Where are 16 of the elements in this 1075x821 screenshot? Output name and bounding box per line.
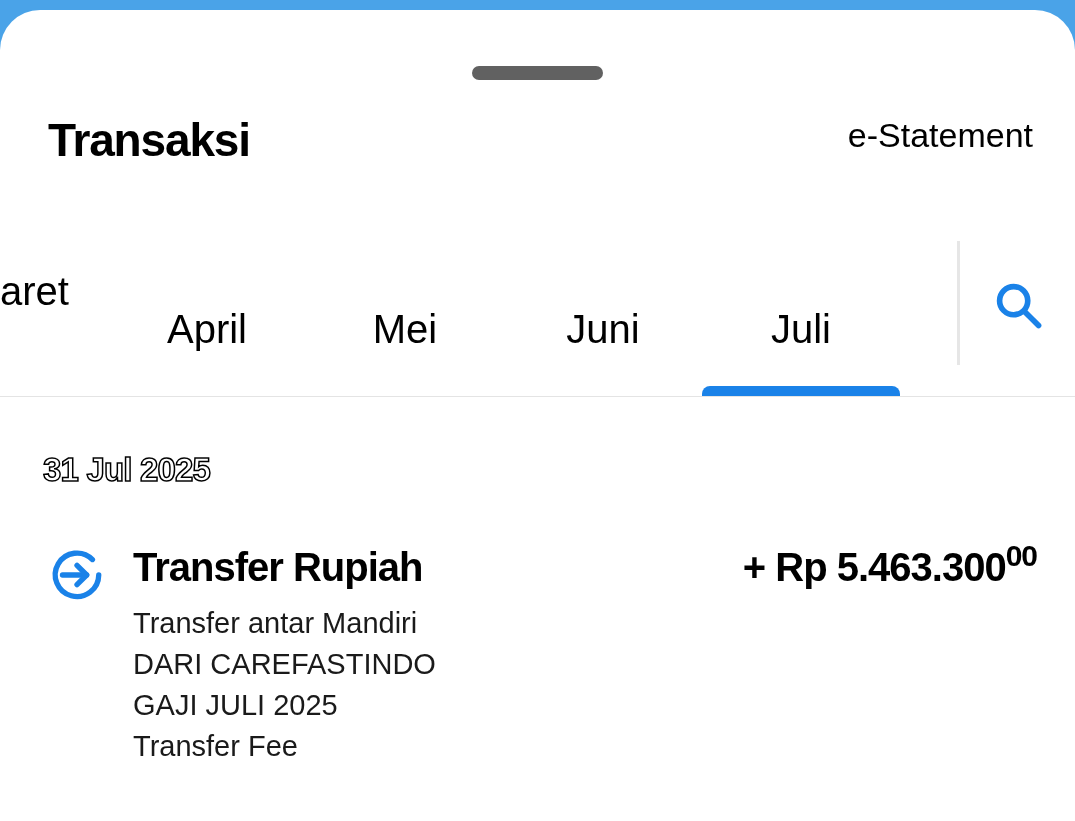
e-statement-link[interactable]: e-Statement [847, 110, 1033, 161]
month-tab[interactable]: Mei [306, 243, 504, 396]
transaction-title: Transfer Rupiah [133, 543, 423, 591]
transaction-detail: GAJI JULI 2025 [133, 687, 339, 723]
drag-handle[interactable] [472, 66, 603, 80]
month-tab[interactable]: Juni [504, 243, 702, 396]
month-tab[interactable]: April [108, 243, 306, 396]
transaction-detail: Transfer antar Mandiri [133, 605, 419, 641]
transaction-detail: DARI CAREFASTINDO [133, 646, 437, 682]
date-heading: 31 Jul 2025 [43, 450, 212, 490]
transaction-amount: + Rp 5.463.300$^{00}$ [742, 537, 1037, 591]
month-tab[interactable]: Juli [702, 243, 900, 396]
transaction-detail: Transfer Fee [133, 728, 299, 764]
page-title: Transaksi [48, 113, 250, 168]
transaction-item[interactable]: Transfer Rupiah + Rp 5.463.300$^{00}$ Transfer antar Mandiri DARI CAREFASTINDO GAJI JULI 2025 Transfer Fee [0, 536, 1075, 767]
month-tab[interactable]: aret [0, 243, 108, 396]
